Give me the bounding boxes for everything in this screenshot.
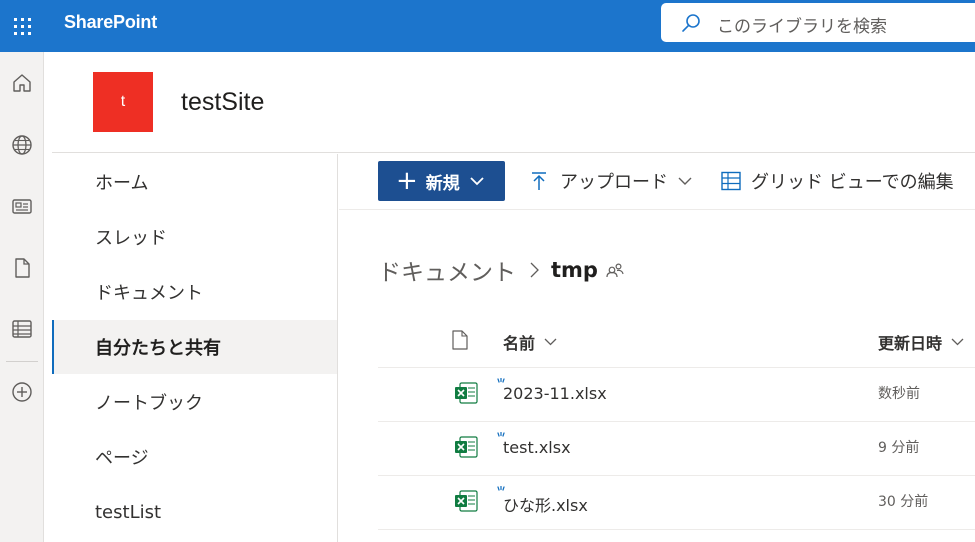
file-modified: 数秒前 <box>878 386 920 402</box>
column-header-name-label: 名前 <box>503 334 536 353</box>
file-modified: 9 分前 <box>878 440 920 456</box>
chevron-down-icon <box>678 177 692 185</box>
file-row[interactable]: ひな形.xlsx 30 分前 <box>378 476 975 530</box>
file-icon[interactable] <box>10 256 34 280</box>
sharepoint-brand-link[interactable]: SharePoint <box>64 12 157 33</box>
column-header-name[interactable]: 名前 <box>503 330 557 354</box>
file-row[interactable]: test.xlsx 9 分前 <box>378 422 975 476</box>
new-button-label: 新規 <box>425 173 460 194</box>
column-header-modified-label: 更新日時 <box>878 334 943 353</box>
nav-item-documents[interactable]: ドキュメント <box>52 265 337 319</box>
chevron-right-icon <box>530 262 539 278</box>
nav-item-threads[interactable]: スレッド <box>52 210 337 264</box>
search-input[interactable]: このライブラリを検索 <box>717 12 887 37</box>
nav-item-pages[interactable]: ページ <box>52 430 337 484</box>
globe-icon[interactable] <box>10 133 34 157</box>
grid-view-edit-label: グリッド ビューでの編集 <box>751 172 954 193</box>
chevron-down-icon <box>470 176 484 185</box>
list-icon[interactable] <box>10 317 34 341</box>
app-bar-divider <box>6 361 38 362</box>
grid-icon <box>721 171 741 191</box>
file-list-header: 名前 更新日時 <box>378 315 975 368</box>
file-name-link[interactable]: test.xlsx <box>503 438 571 457</box>
breadcrumb: ドキュメント tmp <box>378 254 624 286</box>
search-icon <box>682 14 700 32</box>
column-header-modified[interactable]: 更新日時 <box>878 330 964 354</box>
nav-item-shared-with-us[interactable]: 自分たちと共有 <box>52 320 337 374</box>
site-header: t testSite <box>52 52 975 153</box>
add-icon[interactable] <box>10 380 34 404</box>
shared-people-icon[interactable] <box>606 262 624 278</box>
news-icon[interactable] <box>10 194 34 218</box>
excel-file-icon <box>455 490 478 512</box>
file-row[interactable]: 2023-11.xlsx 数秒前 <box>378 368 975 422</box>
upload-arrow-icon <box>532 172 546 190</box>
waffle-icon <box>13 17 31 35</box>
home-icon[interactable] <box>10 71 34 95</box>
command-bar: + 新規 アップロード グリッド ビューでの編集 <box>339 154 975 210</box>
upload-label: アップロード <box>560 172 668 193</box>
nav-item-home[interactable]: ホーム <box>52 155 337 209</box>
site-logo[interactable]: t <box>93 72 153 132</box>
file-modified: 30 分前 <box>878 494 929 510</box>
new-button[interactable]: + 新規 <box>378 161 505 201</box>
grid-view-edit-button[interactable]: グリッド ビューでの編集 <box>721 161 954 201</box>
file-name-link[interactable]: 2023-11.xlsx <box>503 384 607 403</box>
breadcrumb-current-folder: tmp <box>551 258 598 282</box>
excel-file-icon <box>455 382 478 404</box>
suite-bar: SharePoint このライブラリを検索 <box>0 0 975 52</box>
nav-item-testlist[interactable]: testList <box>52 485 337 539</box>
site-title[interactable]: testSite <box>181 88 264 117</box>
chevron-down-icon <box>544 338 557 346</box>
chevron-down-icon <box>951 338 964 346</box>
excel-file-icon <box>455 436 478 458</box>
app-launcher-button[interactable] <box>0 0 44 52</box>
upload-button[interactable]: アップロード <box>530 161 692 201</box>
file-name-link[interactable]: ひな形.xlsx <box>503 492 588 516</box>
app-bar <box>0 52 44 542</box>
plus-icon: + <box>396 166 418 196</box>
file-type-column-icon[interactable] <box>452 330 468 354</box>
breadcrumb-documents-link[interactable]: ドキュメント <box>378 253 516 287</box>
site-navigation: ホーム スレッド ドキュメント 自分たちと共有 ノートブック ページ testL… <box>52 154 338 542</box>
nav-item-notebook[interactable]: ノートブック <box>52 375 337 429</box>
search-box[interactable]: このライブラリを検索 <box>661 3 975 42</box>
